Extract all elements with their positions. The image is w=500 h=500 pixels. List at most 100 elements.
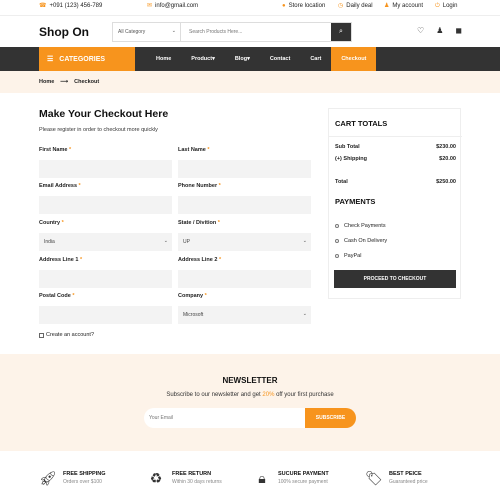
feature-text: FREE SHIPPING Orders over $100 (63, 471, 105, 485)
feature-text: BEST PEICE Guaranteed price (389, 471, 428, 485)
search-bar: All Category ⌄ ⌕ (112, 22, 352, 42)
divider (329, 136, 462, 137)
category-select-value: All Category (118, 29, 146, 35)
payment-option-label: PayPal (344, 253, 362, 259)
radio-button[interactable] (335, 239, 339, 243)
login-link[interactable]: ⏻ Login (435, 3, 457, 9)
state-select[interactable]: UP ⌄ (178, 233, 311, 251)
state-label: State / Divition * (178, 220, 220, 226)
country-select[interactable]: India ⌄ (39, 233, 172, 251)
payment-option-label: Cash On Delivery (344, 238, 388, 244)
bag-icon[interactable]: ◼ (455, 26, 462, 35)
breadcrumb-home[interactable]: Home (39, 79, 54, 85)
country-value: India (44, 239, 55, 245)
nav-item-label: Blog (234, 56, 248, 62)
tag-icon: 🏷︎ (365, 470, 383, 486)
first-name-field[interactable] (39, 160, 172, 178)
heart-icon[interactable]: ♡ (417, 26, 424, 35)
required-mark: * (79, 257, 83, 263)
last-name-field[interactable] (178, 160, 311, 178)
my-account-link[interactable]: ♟ My account (384, 3, 423, 9)
daily-deal-link[interactable]: ◷ Daily deal (338, 3, 373, 9)
logo[interactable]: Shop On (39, 25, 89, 39)
breadcrumb: Home ⟶ Checkout (0, 71, 500, 93)
address2-field[interactable] (178, 270, 311, 288)
nav-item-home[interactable]: Home (146, 47, 181, 71)
feature-best-price: 🏷︎ BEST PEICE Guaranteed price (365, 471, 428, 485)
sub-total-label: Sub Total (335, 144, 360, 150)
feature-subtitle: 100% secure payment (278, 479, 328, 485)
total-row: Total $250.00 (335, 179, 456, 185)
phone-field[interactable] (178, 196, 311, 214)
create-account[interactable]: Create an account? (39, 332, 94, 338)
feature-text: FREE RETURN Within 30 days returns (172, 471, 222, 485)
email-info: ✉ info@gmail.com (147, 3, 198, 9)
search-button[interactable]: ⌕ (331, 23, 351, 41)
categories-button[interactable]: ☰ CATEGORIES (39, 47, 135, 71)
required-mark: * (218, 183, 221, 189)
lock-icon: 🔒︎ (258, 470, 266, 486)
nav-item-checkout[interactable]: Checkout (331, 47, 377, 71)
search-input[interactable] (181, 23, 331, 41)
nav-item-cart[interactable]: Cart (300, 47, 331, 71)
company-select[interactable]: Microsoft ⌄ (178, 306, 311, 324)
feature-text: SUCURE PAYMENT 100% secure payment (278, 471, 329, 485)
newsletter-form: SUBSCRIBE (144, 408, 356, 428)
recycle-icon: ♻ (149, 470, 163, 486)
category-select[interactable]: All Category ⌄ (113, 23, 181, 41)
label-text: Country (39, 220, 61, 226)
power-icon: ⏻ (435, 3, 440, 9)
feature-title: SUCURE PAYMENT (278, 471, 329, 477)
payment-option-paypal[interactable]: PayPal (335, 253, 361, 259)
top-bar: ☎ +091 (123) 456-789 ✉ info@gmail.com ● … (0, 0, 500, 15)
newsletter-text-after: off your first purchase (274, 392, 334, 398)
sub-total-value: $230.00 (436, 144, 456, 150)
postal-field[interactable] (39, 306, 172, 324)
categories-label: CATEGORIES (59, 55, 106, 63)
clock-icon: ◷ (338, 3, 344, 9)
payment-option-check[interactable]: Check Payments (335, 223, 386, 229)
phone-label: Phone Number * (178, 183, 221, 189)
store-location-link[interactable]: ● Store location (282, 3, 325, 9)
subscribe-button[interactable]: SUBSCRIBE (305, 408, 356, 428)
email-field[interactable] (39, 196, 172, 214)
payment-option-label: Check Payments (344, 223, 386, 229)
total-label: Total (335, 179, 348, 185)
country-label: Country * (39, 220, 64, 226)
label-text: Postal Code (39, 293, 71, 299)
features-bar: 🚀︎ FREE SHIPPING Orders over $100 ♻ FREE… (0, 451, 500, 500)
nav-item-product[interactable]: Product ▾ (181, 47, 225, 71)
feature-title: FREE RETURN (172, 471, 212, 477)
location-pin-icon: ● (282, 3, 286, 9)
phone-info: ☎ +091 (123) 456-789 (39, 3, 102, 9)
total-value: $250.00 (436, 179, 456, 185)
address1-label: Address Line 1 * (39, 257, 82, 263)
required-mark: * (204, 293, 207, 299)
user-icon[interactable]: ♟ (436, 26, 443, 35)
email-text: info@gmail.com (155, 3, 199, 9)
proceed-to-checkout-button[interactable]: PROCEED TO CHECKOUT (334, 270, 456, 288)
newsletter-highlight: 20% (262, 392, 275, 398)
checkout-title: Make Your Checkout Here (39, 108, 169, 120)
nav-item-contact[interactable]: Contact (260, 47, 300, 71)
feature-free-shipping: 🚀︎ FREE SHIPPING Orders over $100 (39, 471, 105, 485)
radio-button[interactable] (335, 224, 339, 228)
create-account-checkbox[interactable] (39, 332, 44, 338)
newsletter-email-input[interactable] (144, 408, 305, 428)
radio-button[interactable] (335, 254, 339, 258)
company-label: Company * (178, 293, 207, 299)
chevron-down-icon: ⌄ (163, 238, 168, 244)
label-text: Address Line 1 (39, 257, 79, 263)
required-mark: * (207, 147, 210, 153)
address1-field[interactable] (39, 270, 172, 288)
label-text: First Name (39, 147, 68, 153)
main-nav: ☰ CATEGORIES Home Product ▾ Blog ▾ Contact… (0, 47, 500, 71)
checkout-subtitle: Please register in order to checkout mor… (39, 127, 158, 133)
menu-icon: ☰ (47, 56, 54, 63)
mail-icon: ✉ (147, 3, 153, 9)
last-name-label: Last Name * (178, 147, 210, 153)
payment-option-cod[interactable]: Cash On Delivery (335, 238, 387, 244)
feature-title: BEST PEICE (389, 471, 422, 477)
nav-item-blog[interactable]: Blog ▾ (225, 47, 260, 71)
arrow-right-icon: ⟶ (60, 79, 69, 85)
